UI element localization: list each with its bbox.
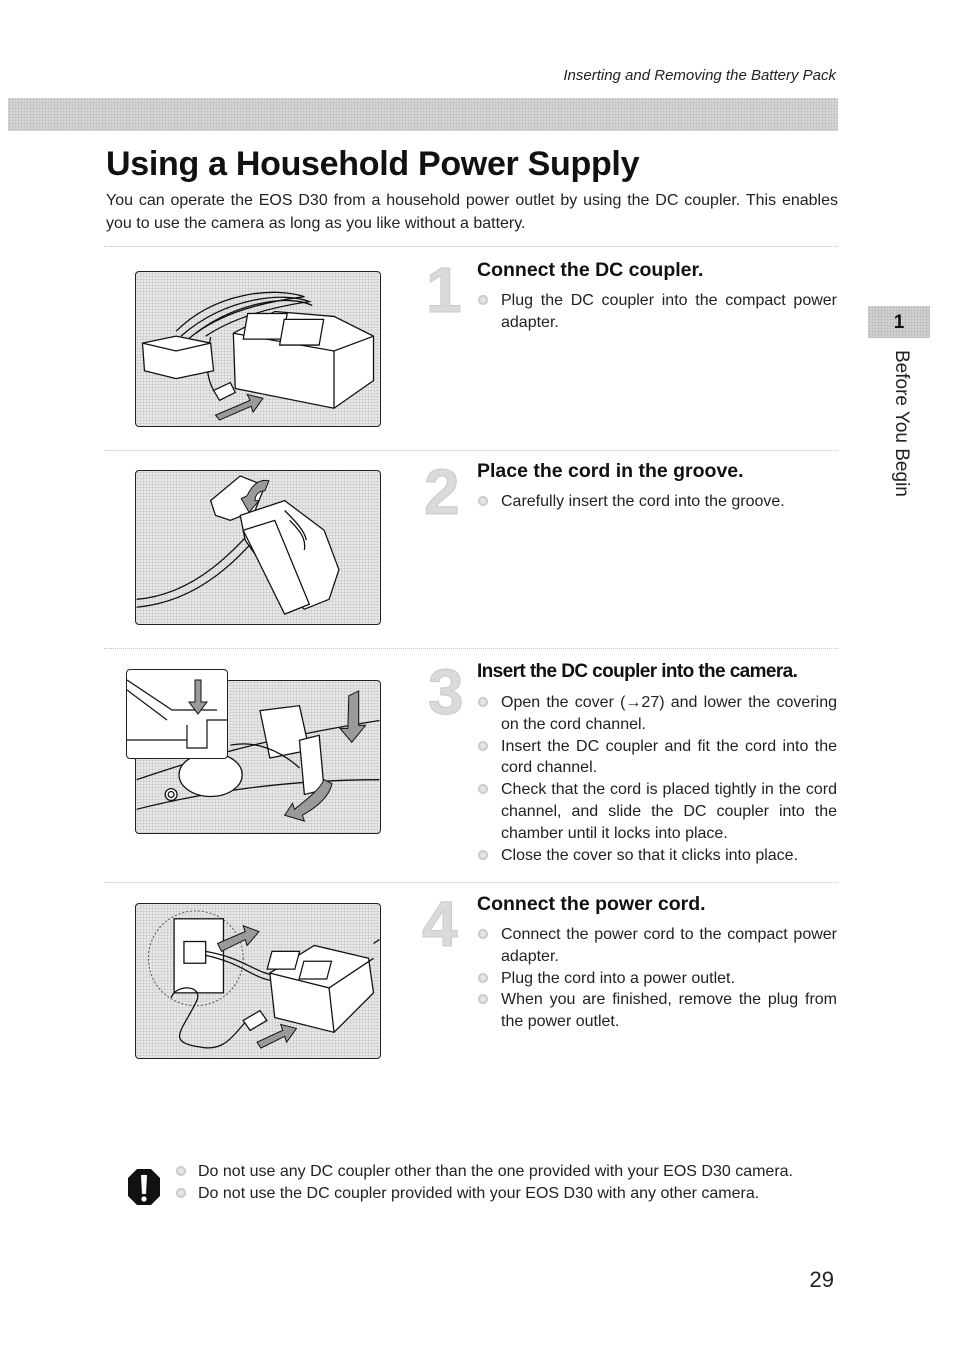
bullet-icon [478, 697, 488, 707]
step-bullets: Carefully insert the cord into the groov… [477, 491, 837, 513]
bullet-item: Close the cover so that it clicks into p… [477, 845, 837, 867]
bullet-item: Insert the DC coupler and fit the cord i… [477, 736, 837, 780]
step-bullets: Open the cover (→27) and lower the cover… [477, 692, 837, 866]
section-divider [104, 450, 838, 451]
chapter-tab: 1 [868, 306, 930, 338]
bullet-item: Connect the power cord to the compact po… [477, 924, 837, 968]
step-title: Place the cord in the groove. [477, 460, 744, 482]
running-header: Inserting and Removing the Battery Pack [563, 67, 836, 84]
inset-detail-illustration [127, 679, 227, 749]
caution-item: Do not use any DC coupler other than the… [176, 1161, 826, 1183]
bullet-item: Plug the DC coupler into the compact pow… [477, 290, 837, 334]
cord-groove-figure [135, 470, 381, 625]
bullet-icon [176, 1188, 186, 1198]
step-bullets: Plug the DC coupler into the compact pow… [477, 290, 837, 334]
step-title: Insert the DC coupler into the camera. [477, 661, 798, 682]
dc-coupler-adapter-illustration [141, 291, 375, 421]
caution-item: Do not use the DC coupler provided with … [176, 1183, 826, 1205]
step-title: Connect the power cord. [477, 893, 706, 915]
page-title: Using a Household Power Supply [106, 145, 640, 183]
bullet-item: Plug the cord into a power outlet. [477, 968, 837, 990]
header-band [8, 98, 838, 131]
step-number: 1 [426, 254, 463, 326]
bullet-icon [478, 929, 488, 939]
cord-groove-illustration [136, 475, 340, 615]
step-number: 2 [424, 456, 461, 528]
chapter-label: Before You Begin [891, 350, 912, 497]
step-title: Connect the DC coupler. [477, 259, 704, 281]
dc-coupler-and-adapter-figure [135, 271, 381, 427]
bullet-icon [176, 1166, 186, 1176]
inset-detail-figure [126, 669, 228, 759]
step-number: 4 [422, 888, 459, 960]
bullet-icon [478, 784, 488, 795]
bullet-item: Open the cover (→27) and lower the cover… [477, 692, 837, 736]
bullet-icon [478, 849, 488, 860]
page-number: 29 [809, 1267, 834, 1292]
caution-list: Do not use any DC coupler other than the… [176, 1161, 826, 1205]
bullet-icon [478, 295, 488, 305]
bullet-item: Check that the cord is placed tightly in… [477, 779, 837, 844]
section-divider [104, 246, 838, 247]
step-number: 3 [428, 656, 465, 728]
section-divider [104, 882, 838, 883]
caution-exclamation-icon [128, 1169, 160, 1205]
step-bullets: Connect the power cord to the compact po… [477, 924, 837, 1033]
bullet-icon [478, 994, 488, 1005]
camera-insert-figure [126, 669, 381, 834]
section-divider [104, 648, 838, 649]
power-cord-illustration [147, 910, 380, 1049]
power-cord-figure [135, 903, 381, 1059]
bullet-item: When you are finished, remove the plug f… [477, 989, 837, 1033]
bullet-icon [478, 972, 488, 983]
bullet-item: Carefully insert the cord into the groov… [477, 491, 837, 513]
bullet-icon [478, 740, 488, 751]
intro-paragraph: You can operate the EOS D30 from a house… [106, 192, 838, 232]
bullet-icon [478, 496, 488, 506]
